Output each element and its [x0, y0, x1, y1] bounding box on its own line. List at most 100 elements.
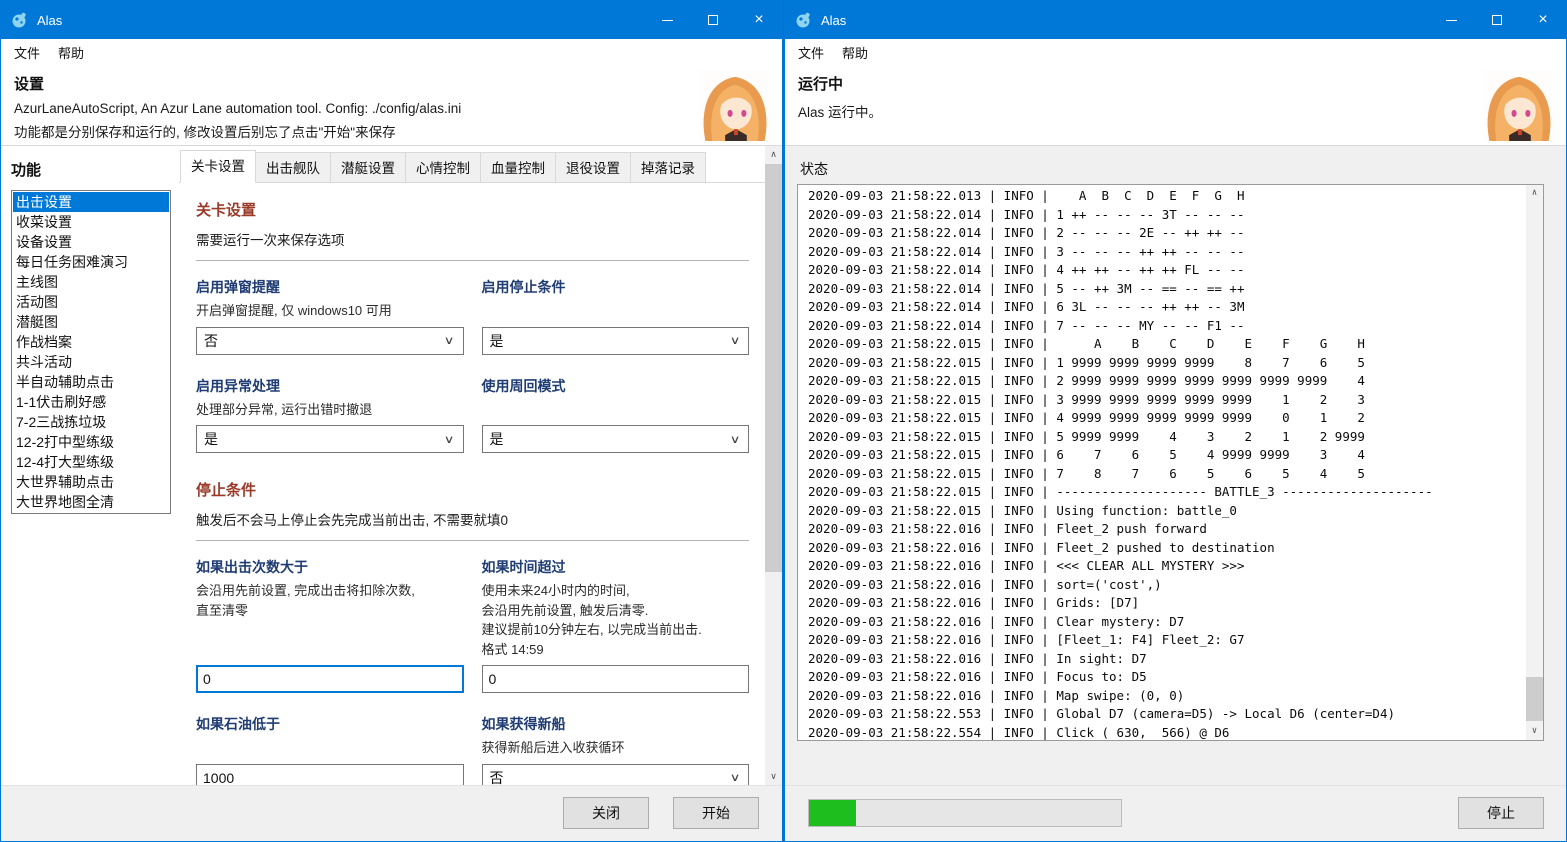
- new-ship-dropdown[interactable]: 否 ∨: [482, 764, 750, 786]
- settings-main-panel: 关卡设置 出击舰队 潜艇设置 心情控制 血量控制 退役设置 掉落记录 关卡设置 …: [179, 146, 765, 785]
- menu-help[interactable]: 帮助: [49, 39, 93, 66]
- page-subtitle-1: Alas 运行中。: [798, 101, 1566, 121]
- tab-submarine[interactable]: 潜艇设置: [330, 152, 406, 182]
- dropdown-value: 是: [490, 331, 504, 351]
- minimize-button[interactable]: [1428, 1, 1474, 39]
- window-title: Alas: [37, 13, 644, 28]
- tab-mood-control[interactable]: 心情控制: [405, 152, 481, 182]
- sidebar-item-event-map[interactable]: 活动图: [13, 292, 169, 312]
- log-line: 2020-09-03 21:58:22.015 | INFO | 7 8 7 6…: [808, 465, 1523, 484]
- tab-retirement[interactable]: 退役设置: [555, 152, 631, 182]
- sidebar-item-submarine-map[interactable]: 潜艇图: [13, 312, 169, 332]
- exception-handling-dropdown[interactable]: 是 ∨: [196, 425, 464, 453]
- scroll-thumb[interactable]: [765, 164, 782, 572]
- avatar: [1483, 70, 1555, 141]
- settings-tabs: 关卡设置 出击舰队 潜艇设置 心情控制 血量控制 退役设置 掉落记录: [179, 150, 765, 183]
- maximize-button[interactable]: [690, 1, 736, 39]
- titlebar[interactable]: Alas ×: [785, 1, 1566, 39]
- close-button[interactable]: ×: [1520, 1, 1566, 39]
- sidebar-item-1-1-affinity[interactable]: 1-1伏击刷好感: [13, 392, 169, 412]
- section-desc-stop-condition: 触发后不会马上停止会先完成当前出击, 不需要就填0: [196, 509, 749, 529]
- sidebar-item-os-assist[interactable]: 大世界辅助点击: [13, 472, 169, 492]
- field-popup-notify: 启用弹窗提醒 开启弹窗提醒, 仅 windows10 可用 否 ∨: [196, 277, 464, 355]
- maximize-button[interactable]: [1474, 1, 1520, 39]
- log-line: 2020-09-03 21:58:22.014 | INFO | 4 ++ ++…: [808, 261, 1523, 280]
- menu-file[interactable]: 文件: [789, 39, 833, 66]
- progress-bar: [808, 799, 1122, 827]
- running-body: 状态 2020-09-03 21:58:22.013 | INFO | A B …: [785, 146, 1566, 785]
- close-button[interactable]: ×: [736, 1, 782, 39]
- log-line: 2020-09-03 21:58:22.014 | INFO | 1 ++ --…: [808, 206, 1523, 225]
- field-if-time-exceeds: 如果时间超过 使用未来24小时内的时间, 会沿用先前设置, 触发后清零. 建议提…: [482, 557, 750, 693]
- tab-stage-settings[interactable]: 关卡设置: [180, 150, 256, 183]
- start-button[interactable]: 开始: [673, 797, 759, 829]
- scroll-thumb[interactable]: [1526, 677, 1543, 721]
- field-if-new-ship: 如果获得新船 获得新船后进入收获循环 否 ∨: [482, 714, 750, 785]
- field-desc: 获得新船后进入收获循环: [482, 738, 750, 758]
- sidebar-item-7-2-trash[interactable]: 7-2三战拣垃圾: [13, 412, 169, 432]
- log-line: 2020-09-03 21:58:22.013 | INFO | A B C D…: [808, 187, 1523, 206]
- popup-notify-dropdown[interactable]: 否 ∨: [196, 327, 464, 355]
- dropdown-value: 否: [490, 768, 504, 786]
- log-line: 2020-09-03 21:58:22.014 | INFO | 7 -- --…: [808, 317, 1523, 336]
- scroll-up-icon[interactable]: ∧: [1526, 185, 1543, 202]
- log-line: 2020-09-03 21:58:22.016 | INFO | Fleet_2…: [808, 539, 1523, 558]
- page-title: 运行中: [798, 73, 1566, 94]
- log-line: 2020-09-03 21:58:22.014 | INFO | 2 -- --…: [808, 224, 1523, 243]
- sidebar-item-attack-settings[interactable]: 出击设置: [13, 192, 169, 212]
- field-label: 使用周回模式: [482, 376, 750, 396]
- sidebar-item-coop-event[interactable]: 共斗活动: [13, 352, 169, 372]
- minimize-button[interactable]: [644, 1, 690, 39]
- titlebar[interactable]: Alas ×: [1, 1, 782, 39]
- oil-limit-input[interactable]: [196, 764, 464, 786]
- log-line: 2020-09-03 21:58:22.015 | INFO | Using f…: [808, 502, 1523, 521]
- stop-button[interactable]: 停止: [1458, 797, 1544, 829]
- close-icon: ×: [1538, 12, 1547, 28]
- sidebar-item-harvest-settings[interactable]: 收菜设置: [13, 212, 169, 232]
- log-line: 2020-09-03 21:58:22.016 | INFO | In sigh…: [808, 650, 1523, 669]
- sidebar-item-device-settings[interactable]: 设备设置: [13, 232, 169, 252]
- settings-scrollbar[interactable]: ∧ ∨: [765, 146, 782, 785]
- field-desc: 使用未来24小时内的时间, 会沿用先前设置, 触发后清零. 建议提前10分钟左右…: [482, 581, 750, 659]
- field-loop-mode: 使用周回模式 是 ∨: [482, 376, 750, 454]
- sidebar-item-semi-auto-assist[interactable]: 半自动辅助点击: [13, 372, 169, 392]
- sidebar-item-12-4-large-leveling[interactable]: 12-4打大型练级: [13, 452, 169, 472]
- running-window: Alas × 文件 帮助 运行中 Alas 运行中。 状态 2020-09-03…: [784, 0, 1567, 842]
- sidebar-item-daily-hard-exercise[interactable]: 每日任务困难演习: [13, 252, 169, 272]
- divider: [196, 540, 749, 541]
- enable-stop-condition-dropdown[interactable]: 是 ∨: [482, 327, 750, 355]
- log-line: 2020-09-03 21:58:22.015 | INFO | 2 9999 …: [808, 372, 1523, 391]
- minimize-icon: [1446, 20, 1457, 21]
- page-subtitle-2: 功能都是分别保存和运行的, 修改设置后别忘了点击"开始"来保存: [14, 121, 782, 141]
- log-line: 2020-09-03 21:58:22.015 | INFO | -------…: [808, 483, 1523, 502]
- log-line: 2020-09-03 21:58:22.016 | INFO | Focus t…: [808, 668, 1523, 687]
- scroll-down-icon[interactable]: ∨: [765, 768, 782, 785]
- loop-mode-dropdown[interactable]: 是 ∨: [482, 425, 750, 453]
- sidebar-item-main-chapter[interactable]: 主线图: [13, 272, 169, 292]
- menu-help[interactable]: 帮助: [833, 39, 877, 66]
- log-scrollbar[interactable]: ∧ ∨: [1526, 185, 1543, 740]
- menu-file[interactable]: 文件: [5, 39, 49, 66]
- close-window-button[interactable]: 关闭: [563, 797, 649, 829]
- time-limit-input[interactable]: [482, 665, 750, 693]
- page-header: 运行中 Alas 运行中。: [785, 65, 1566, 146]
- status-label: 状态: [800, 159, 828, 179]
- log-panel[interactable]: 2020-09-03 21:58:22.013 | INFO | A B C D…: [797, 184, 1544, 741]
- settings-body: 功能 出击设置 收菜设置 设备设置 每日任务困难演习 主线图 活动图 潜艇图 作…: [1, 146, 782, 785]
- sidebar-item-war-archives[interactable]: 作战档案: [13, 332, 169, 352]
- scroll-up-icon[interactable]: ∧: [765, 146, 782, 163]
- field-exception-handling: 启用异常处理 处理部分异常, 运行出错时撤退 是 ∨: [196, 376, 464, 454]
- chevron-down-icon: ∨: [444, 334, 455, 347]
- field-if-sortie-count: 如果出击次数大于 会沿用先前设置, 完成出击将扣除次数, 直至清零: [196, 557, 464, 693]
- tab-hp-control[interactable]: 血量控制: [480, 152, 556, 182]
- tab-drop-record[interactable]: 掉落记录: [630, 152, 706, 182]
- log-line: 2020-09-03 21:58:22.016 | INFO | [Fleet_…: [808, 631, 1523, 650]
- log-line: 2020-09-03 21:58:22.015 | INFO | 3 9999 …: [808, 391, 1523, 410]
- tab-fleet[interactable]: 出击舰队: [255, 152, 331, 182]
- scroll-down-icon[interactable]: ∨: [1526, 723, 1543, 740]
- field-desc: 会沿用先前设置, 完成出击将扣除次数, 直至清零: [196, 581, 464, 620]
- sidebar-item-12-2-medium-leveling[interactable]: 12-2打中型练级: [13, 432, 169, 452]
- field-label: 如果时间超过: [482, 557, 750, 577]
- sidebar-item-os-clear-map[interactable]: 大世界地图全清: [13, 492, 169, 512]
- sortie-count-input[interactable]: [196, 665, 464, 693]
